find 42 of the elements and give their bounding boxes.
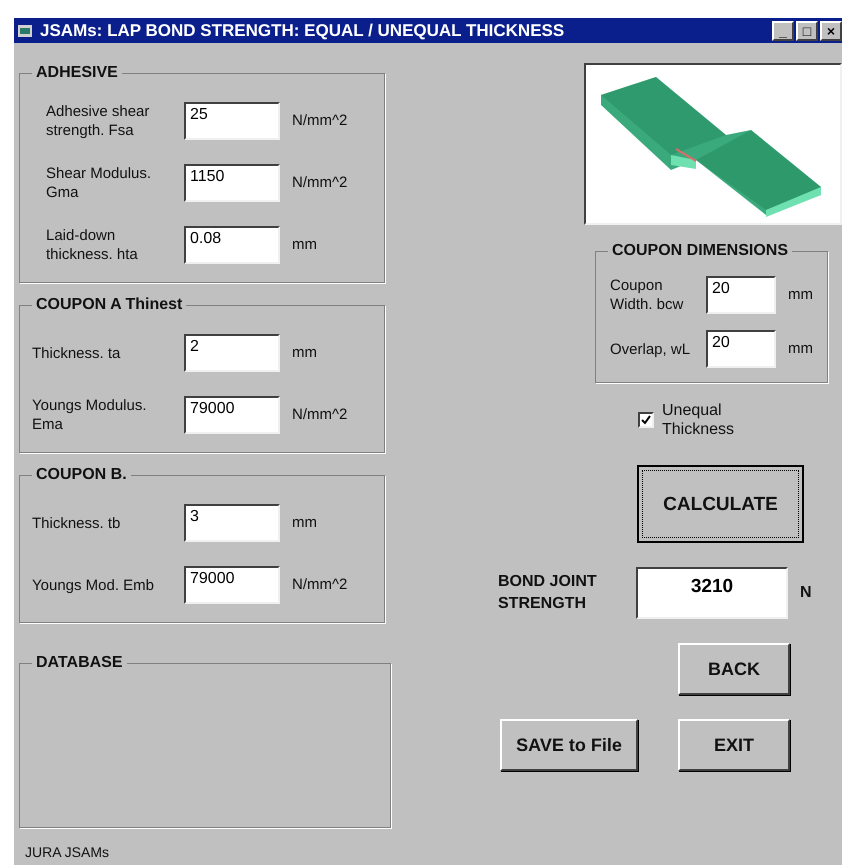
input-field[interactable]: 20 [706, 330, 776, 368]
input-field[interactable]: 79000 [184, 396, 280, 434]
unit-label: mm [292, 512, 317, 533]
input-field[interactable]: 25 [184, 102, 280, 140]
input-field[interactable]: 2 [184, 334, 280, 372]
input-field[interactable]: 79000 [184, 566, 280, 604]
field-label: Laid-down thickness. hta [46, 226, 139, 264]
unit-label: mm [788, 338, 813, 359]
unit-label: N/mm^2 [292, 172, 348, 193]
checkbox[interactable] [638, 412, 654, 428]
result-field[interactable]: 3210 [636, 567, 788, 619]
input-field[interactable]: 20 [706, 276, 776, 314]
unit-label: mm [292, 342, 317, 363]
status-text: JURA JSAMs [25, 843, 110, 862]
close-button[interactable]: × [820, 20, 842, 40]
field-label: Youngs Modulus. Ema [32, 396, 148, 434]
result-label: BOND JOINT STRENGTH [498, 572, 598, 614]
action-button[interactable]: BACK [678, 643, 790, 695]
action-button[interactable]: EXIT [678, 719, 790, 771]
field-label: Thickness. ta [32, 344, 122, 362]
input-field[interactable]: 3 [184, 504, 280, 542]
unit-label: mm [292, 234, 317, 255]
checkbox-label: Unequal Thickness [662, 401, 736, 439]
field-label: Shear Modulus. Gma [46, 164, 152, 202]
unit-label: N/mm^2 [292, 404, 348, 425]
field-label: Youngs Mod. Emb [32, 576, 156, 594]
field-label: Coupon Width. bcw [610, 276, 684, 314]
maximize-button[interactable]: □ [796, 20, 818, 40]
window-title: JSAMs: LAP BOND STRENGTH: EQUAL / UNEQUAL THICKNESS [40, 20, 564, 42]
unit-label: N [800, 583, 813, 603]
field-label: Thickness. tb [32, 514, 122, 532]
app-icon [18, 24, 32, 36]
unit-label: N/mm^2 [292, 110, 348, 131]
calculate-button[interactable]: CALCULATE [637, 465, 804, 543]
input-field[interactable]: 0.08 [184, 226, 280, 264]
field-label: Adhesive shear strength. Fsa [46, 102, 150, 140]
input-field[interactable]: 1150 [184, 164, 280, 202]
unit-label: mm [788, 284, 813, 305]
field-label: Overlap, wL [610, 340, 692, 358]
minimize-button[interactable]: _ [772, 20, 794, 40]
unit-label: N/mm^2 [292, 574, 348, 595]
action-button[interactable]: SAVE to File [500, 719, 638, 771]
